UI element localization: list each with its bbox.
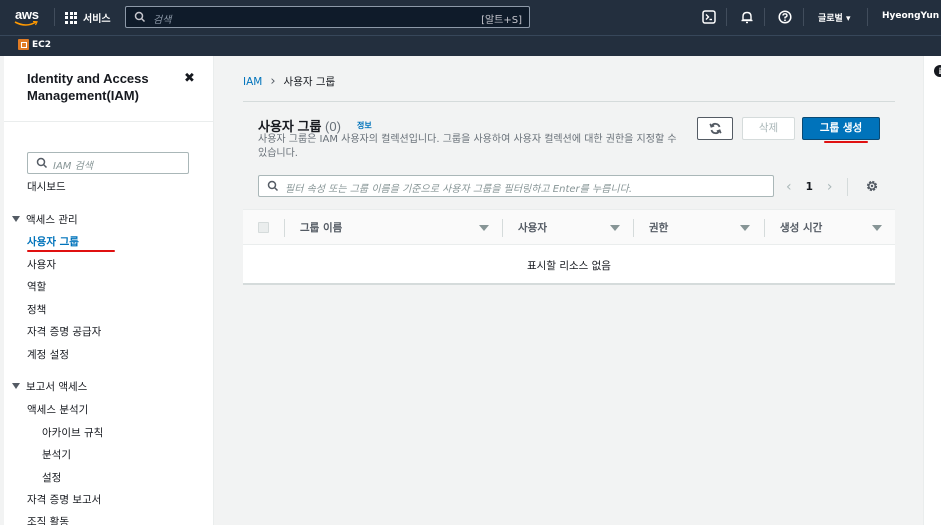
sidebar-item-dashboard[interactable]: 대시보드 (27, 179, 66, 194)
sidebar-item-identity-providers[interactable]: 자격 증명 공급자 (27, 324, 101, 339)
refresh-icon (709, 122, 722, 135)
user-groups-panel: 사용자 그룹 (0) 정보 사용자 그룹은 IAM 사용자의 컬렉션입니다. 그… (243, 101, 895, 285)
info-icon[interactable]: i (934, 65, 941, 77)
sidebar-item-users[interactable]: 사용자 (27, 257, 56, 272)
sidebar-item-roles[interactable]: 역할 (27, 279, 46, 294)
bell-icon[interactable] (740, 10, 754, 24)
breadcrumb-iam-link[interactable]: IAM (243, 76, 262, 88)
column-header-users[interactable]: 사용자 (518, 220, 547, 235)
divider (803, 8, 804, 26)
select-all-checkbox[interactable] (258, 222, 269, 233)
sidebar-item-archive-rules[interactable]: 아카이브 규칙 (42, 425, 103, 440)
account-menu[interactable]: HyeongYun ▾ (882, 11, 941, 21)
divider (867, 8, 868, 26)
breadcrumb: IAM › 사용자 그룹 (243, 74, 335, 89)
column-divider (633, 219, 634, 237)
caret-down-icon (12, 383, 20, 389)
divider (4, 121, 213, 122)
page-number[interactable]: 1 (806, 181, 813, 193)
sort-icon[interactable] (740, 225, 750, 231)
divider (764, 8, 765, 26)
sort-icon[interactable] (872, 225, 882, 231)
panel-title-text: 사용자 그룹 (258, 119, 322, 134)
sidebar-item-access-analyzer[interactable]: 액세스 분석기 (27, 402, 88, 417)
panel-description: 사용자 그룹은 IAM 사용자의 컬렉션입니다. 그룹을 사용하여 사용자 컬렉… (258, 134, 677, 159)
sidebar-section-access-management[interactable]: 액세스 관리 (12, 212, 78, 227)
divider (54, 8, 55, 26)
aws-smile-icon (14, 21, 38, 26)
sidebar-item-account-settings[interactable]: 계정 설정 (27, 347, 69, 362)
delete-button[interactable]: 삭제 (742, 117, 795, 140)
aws-logo[interactable]: aws (12, 5, 42, 29)
search-placeholder: 검색 (153, 15, 172, 26)
top-navbar: aws 서비스 검색 [알트+S] 글로벌 ▾ HyeongYun ▾ (0, 0, 941, 35)
help-icon[interactable] (778, 10, 792, 24)
gear-icon[interactable] (865, 179, 879, 193)
sidebar-item-analyzer-settings[interactable]: 설정 (42, 470, 61, 485)
section-label: 액세스 관리 (26, 214, 78, 226)
iam-search-input[interactable]: IAM 검색 (27, 152, 189, 174)
sidebar: Identity and Access Management(IAM) ✖ IA… (4, 56, 214, 525)
cloudshell-icon[interactable] (702, 10, 716, 24)
breadcrumb-current: 사용자 그룹 (283, 76, 336, 88)
services-label: 서비스 (83, 14, 111, 25)
prev-page-icon[interactable]: ‹ (786, 180, 792, 194)
filter-input[interactable]: 필터 속성 또는 그룹 이름을 기준으로 사용자 그룹을 필터링하고 Enter… (258, 175, 774, 197)
search-icon (267, 180, 279, 192)
panel-header: 사용자 그룹 (0) 정보 사용자 그룹은 IAM 사용자의 컬렉션입니다. 그… (243, 101, 895, 209)
create-group-button[interactable]: 그룹 생성 (802, 117, 880, 140)
sidebar-item-organization-activity[interactable]: 조직 활동 (27, 514, 69, 525)
favorite-ec2[interactable]: EC2 (18, 39, 51, 50)
aws-logo-text: aws (15, 7, 39, 22)
services-menu[interactable]: 서비스 (65, 10, 111, 25)
search-shortcut: [알트+S] (481, 15, 522, 26)
search-icon (134, 11, 146, 23)
pagination: ‹ 1 › (786, 178, 848, 196)
tools-panel-strip: i (923, 56, 941, 525)
next-page-icon[interactable]: › (827, 180, 833, 194)
divider (726, 8, 727, 26)
chevron-right-icon: › (270, 74, 276, 89)
grid-icon (65, 11, 77, 24)
favorites-bar: EC2 (0, 35, 941, 56)
iam-search-placeholder: IAM 검색 (53, 161, 93, 172)
sidebar-item-credential-report[interactable]: 자격 증명 보고서 (27, 492, 101, 507)
annotation-underline (27, 250, 115, 252)
global-search-input[interactable]: 검색 [알트+S] (125, 6, 530, 28)
annotation-underline (824, 141, 868, 143)
sort-icon[interactable] (479, 225, 489, 231)
sidebar-item-policies[interactable]: 정책 (27, 302, 46, 317)
ec2-icon (18, 39, 29, 50)
region-selector[interactable]: 글로벌 ▾ (818, 11, 851, 24)
divider (846, 178, 848, 196)
empty-state-text: 표시할 리소스 없음 (527, 260, 611, 272)
sort-icon[interactable] (610, 225, 620, 231)
column-divider (764, 219, 765, 237)
column-header-permissions[interactable]: 권한 (649, 220, 668, 235)
caret-down-icon (12, 216, 20, 222)
column-header-group-name[interactable]: 그룹 이름 (300, 220, 342, 235)
sidebar-item-analyzers[interactable]: 분석기 (42, 447, 71, 462)
column-divider (284, 219, 285, 237)
search-icon (36, 157, 48, 169)
info-link[interactable]: 정보 (357, 120, 372, 131)
filter-placeholder: 필터 속성 또는 그룹 이름을 기준으로 사용자 그룹을 필터링하고 Enter… (285, 184, 633, 195)
close-icon[interactable]: ✖ (184, 71, 195, 86)
section-label: 보고서 액세스 (26, 381, 88, 393)
sidebar-title: Identity and Access Management(IAM) (27, 71, 149, 103)
column-divider (502, 219, 503, 237)
refresh-button[interactable] (697, 117, 733, 140)
table-header: 그룹 이름 사용자 권한 생성 시간 (243, 209, 895, 245)
column-header-creation-time[interactable]: 생성 시간 (780, 220, 822, 235)
group-count: (0) (325, 119, 341, 134)
ec2-label: EC2 (32, 39, 52, 50)
table-body: 표시할 리소스 없음 (243, 245, 895, 285)
sidebar-item-user-groups[interactable]: 사용자 그룹 (27, 234, 79, 249)
sidebar-section-report-access[interactable]: 보고서 액세스 (12, 379, 87, 394)
